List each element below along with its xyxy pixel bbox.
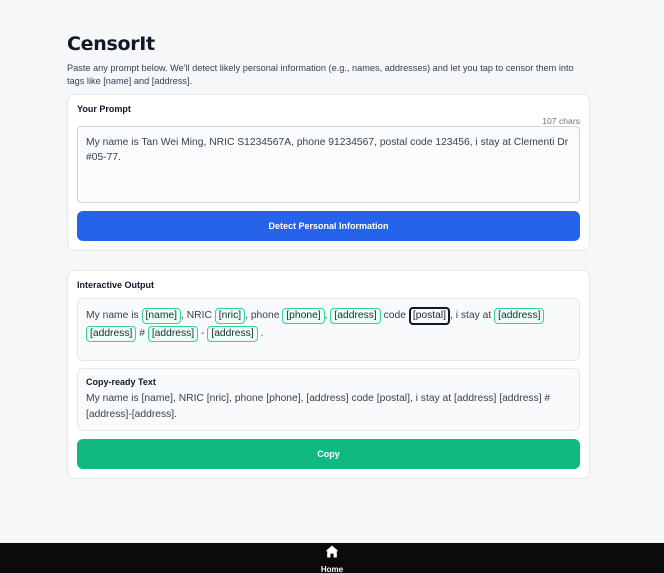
home-icon [325, 545, 339, 563]
output-text-segment: # [136, 328, 148, 339]
prompt-input[interactable]: My name is Tan Wei Ming, NRIC S1234567A,… [77, 126, 580, 203]
prompt-card: Your Prompt 107 chars My name is Tan Wei… [67, 94, 590, 251]
censor-tag[interactable]: [postal] [408, 307, 451, 325]
output-text-segment: My name is [86, 310, 142, 321]
copy-ready-title: Copy-ready Text [86, 377, 156, 387]
output-text-segment: , i stay at [450, 310, 495, 321]
bottom-nav: Home [0, 543, 664, 573]
censor-tag[interactable]: [nric] [214, 308, 246, 324]
output-text-segment: . [257, 328, 264, 339]
interactive-output: My name is [name], NRIC [nric], phone [p… [77, 298, 580, 361]
nav-home-label: Home [320, 565, 344, 573]
output-card: Interactive Output My name is [name], NR… [67, 270, 590, 479]
output-card-header: Interactive Output [77, 280, 580, 298]
app-description: Paste any prompt below. We'll detect lik… [67, 63, 574, 86]
output-text-segment: code [380, 310, 409, 321]
output-text-segment: , NRIC [181, 310, 215, 321]
censor-tag[interactable]: [address] [330, 308, 381, 324]
prompt-card-title: Your Prompt [77, 104, 131, 114]
censor-tag[interactable]: [address] [147, 326, 199, 342]
nav-home[interactable]: Home [321, 543, 343, 573]
copy-ready-box: Copy-ready Text My name is [name], NRIC … [77, 368, 580, 431]
censor-tag[interactable]: [phone] [282, 308, 325, 324]
output-text-segment: , phone [245, 310, 283, 321]
main-container: CensorIt Paste any prompt below. We'll d… [67, 30, 590, 479]
censor-tag[interactable]: [address] [494, 308, 545, 324]
censor-tag[interactable]: [address] [207, 326, 258, 342]
char-count: 107 chars [542, 116, 580, 126]
output-text-segment: - [198, 328, 208, 339]
copy-ready-text: My name is [name], NRIC [nric], phone [p… [86, 393, 551, 420]
censor-tag[interactable]: [address] [86, 326, 137, 342]
copy-button[interactable]: Copy [77, 439, 580, 469]
app-title: CensorIt [67, 33, 155, 55]
censor-tag[interactable]: [name] [141, 308, 181, 324]
detect-button[interactable]: Detect Personal Information [77, 211, 580, 241]
output-card-title: Interactive Output [77, 280, 155, 290]
